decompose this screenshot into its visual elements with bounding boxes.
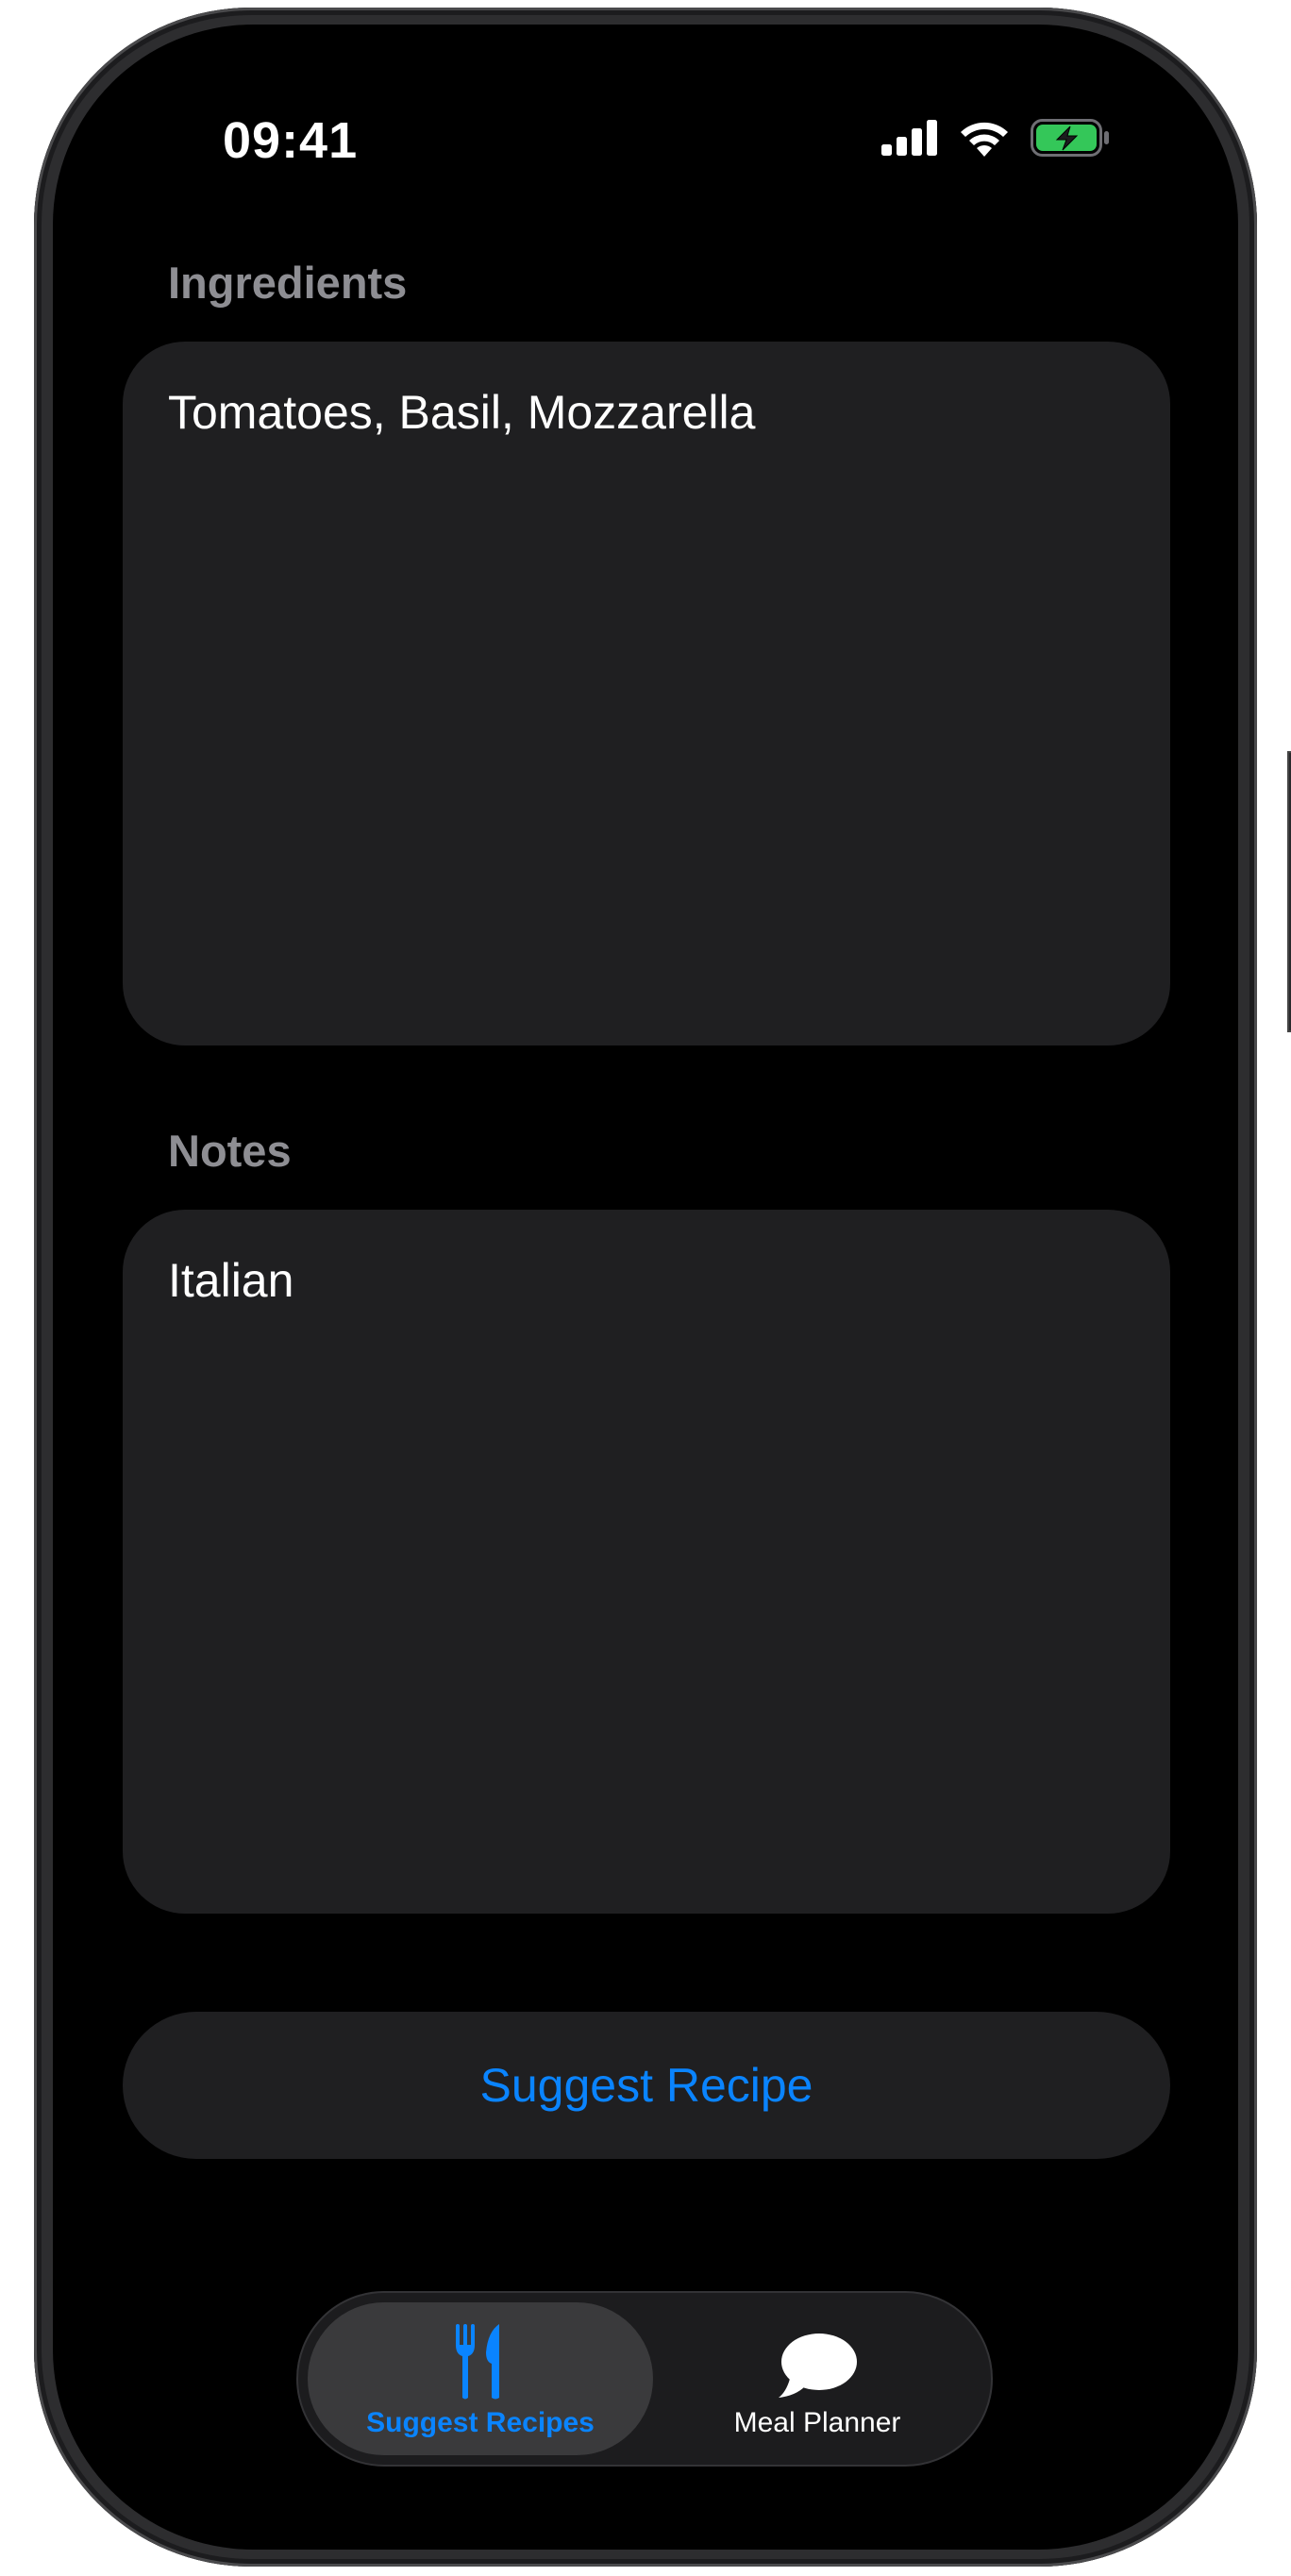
wifi-icon [961,122,1008,157]
status-time: 09:41 [223,112,359,169]
ingredients-label: Ingredients [168,258,408,308]
tab-suggest-recipes-label: Suggest Recipes [366,2407,595,2438]
notes-text-value: Italian [168,1254,294,1307]
battery-charging-icon [1031,119,1109,157]
tab-meal-planner-label: Meal Planner [733,2407,901,2438]
power-button [1287,751,1291,1032]
tab-meal-planner[interactable]: Meal Planner [653,2302,981,2455]
suggest-recipe-button-label: Suggest Recipe [479,2059,813,2112]
screen: 09:41 Ingredients Tomatoes, Basil, Mozza… [53,25,1238,2550]
notes-text-area[interactable]: Italian [123,1210,1170,1914]
tab-bar: Suggest Recipes Meal Planner [296,2291,993,2467]
ingredients-text-value: Tomatoes, Basil, Mozzarella [168,386,756,439]
cellular-signal-icon [881,120,937,156]
fork-knife-icon [454,2318,507,2400]
ingredients-text-area[interactable]: Tomatoes, Basil, Mozzarella [123,342,1170,1045]
notes-label: Notes [168,1126,292,1176]
status-icons [881,119,1110,157]
tab-suggest-recipes[interactable]: Suggest Recipes [308,2302,653,2455]
speech-bubble-icon [777,2318,858,2400]
suggest-recipe-button[interactable]: Suggest Recipe [123,2012,1170,2159]
